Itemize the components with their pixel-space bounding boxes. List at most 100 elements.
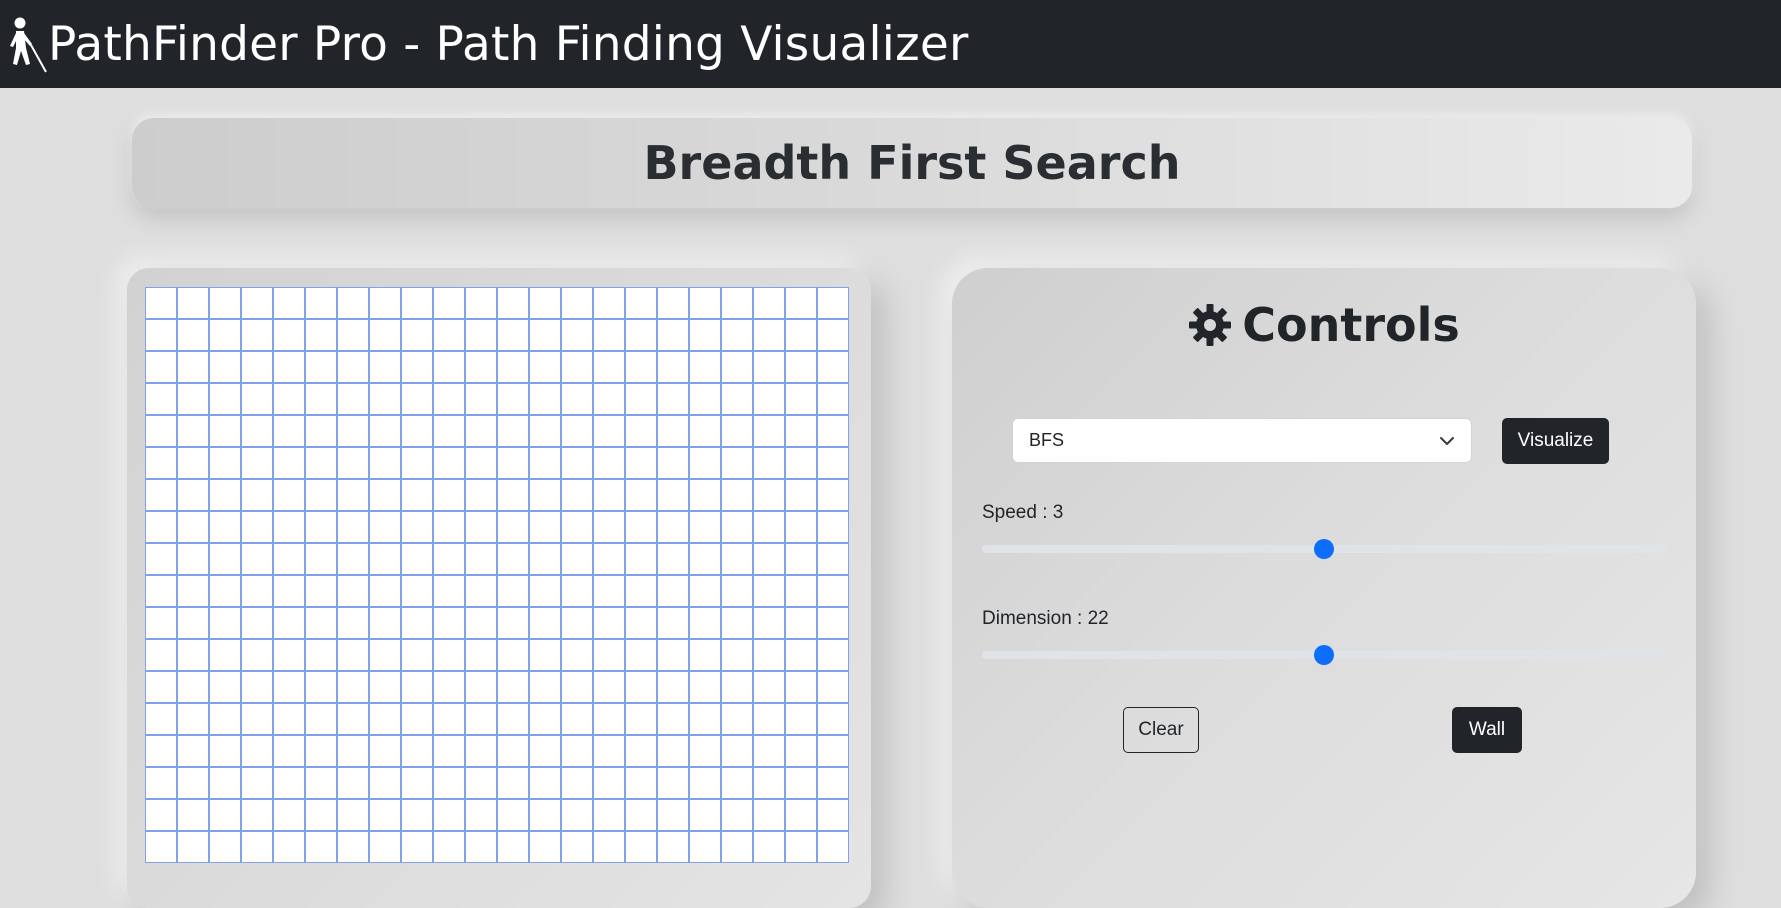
grid-cell[interactable] [593,511,625,543]
grid-cell[interactable] [241,703,273,735]
grid-cell[interactable] [497,607,529,639]
grid-cell[interactable] [593,799,625,831]
grid-cell[interactable] [465,351,497,383]
grid-cell[interactable] [465,671,497,703]
grid-cell[interactable] [625,351,657,383]
grid-cell[interactable] [721,447,753,479]
grid-cell[interactable] [593,703,625,735]
grid-cell[interactable] [721,287,753,319]
grid-cell[interactable] [465,703,497,735]
grid-cell[interactable] [209,735,241,767]
grid-cell[interactable] [561,607,593,639]
grid-cell[interactable] [209,351,241,383]
grid-cell[interactable] [209,607,241,639]
grid-cell[interactable] [145,383,177,415]
grid-cell[interactable] [689,415,721,447]
grid-cell[interactable] [369,543,401,575]
grid-cell[interactable] [401,735,433,767]
grid-cell[interactable] [529,607,561,639]
grid-cell[interactable] [689,575,721,607]
grid-cell[interactable] [561,767,593,799]
grid-cell[interactable] [753,575,785,607]
grid-cell[interactable] [241,735,273,767]
grid-cell[interactable] [721,415,753,447]
grid-cell[interactable] [337,671,369,703]
grid-cell[interactable] [689,831,721,863]
brand-title[interactable]: PathFinder Pro - Path Finding Visualizer [48,17,969,72]
grid-cell[interactable] [177,479,209,511]
grid-cell[interactable] [689,383,721,415]
grid-cell[interactable] [689,671,721,703]
grid-cell[interactable] [497,831,529,863]
grid-cell[interactable] [401,799,433,831]
grid-cell[interactable] [177,287,209,319]
grid-cell[interactable] [721,319,753,351]
grid-cell[interactable] [433,575,465,607]
grid-cell[interactable] [273,671,305,703]
grid-cell[interactable] [337,351,369,383]
grid-cell[interactable] [561,319,593,351]
grid-cell[interactable] [273,575,305,607]
grid-cell[interactable] [433,383,465,415]
grid-cell[interactable] [625,607,657,639]
grid-cell[interactable] [785,575,817,607]
grid-cell[interactable] [177,703,209,735]
grid-cell[interactable] [753,831,785,863]
speed-slider[interactable] [982,539,1666,559]
grid-cell[interactable] [721,639,753,671]
grid-cell[interactable] [465,415,497,447]
grid-cell[interactable] [273,319,305,351]
grid-cell[interactable] [209,479,241,511]
grid-cell[interactable] [689,799,721,831]
grid-cell[interactable] [337,415,369,447]
grid-cell[interactable] [657,703,689,735]
grid-cell[interactable] [177,671,209,703]
grid-cell[interactable] [177,799,209,831]
grid-cell[interactable] [241,543,273,575]
grid-cell[interactable] [497,351,529,383]
grid-cell[interactable] [529,767,561,799]
grid-cell[interactable] [241,831,273,863]
grid-cell[interactable] [401,447,433,479]
grid-cell[interactable] [625,735,657,767]
grid-cell[interactable] [817,639,849,671]
grid-cell[interactable] [657,735,689,767]
grid-cell[interactable] [337,511,369,543]
grid-cell[interactable] [305,383,337,415]
grid-cell[interactable] [753,351,785,383]
grid-cell[interactable] [209,671,241,703]
grid-cell[interactable] [209,447,241,479]
grid-cell[interactable] [305,287,337,319]
grid-cell[interactable] [401,287,433,319]
grid-cell[interactable] [369,447,401,479]
grid-cell[interactable] [561,735,593,767]
grid-cell[interactable] [433,671,465,703]
grid-cell[interactable] [177,543,209,575]
grid-cell[interactable] [241,479,273,511]
grid-cell[interactable] [305,319,337,351]
grid-cell[interactable] [305,607,337,639]
grid-cell[interactable] [337,639,369,671]
grid-cell[interactable] [657,799,689,831]
grid-cell[interactable] [657,639,689,671]
grid-cell[interactable] [561,447,593,479]
grid-cell[interactable] [561,575,593,607]
grid-cell[interactable] [401,319,433,351]
grid-cell[interactable] [209,831,241,863]
grid-cell[interactable] [561,831,593,863]
grid-cell[interactable] [145,831,177,863]
grid-cell[interactable] [401,639,433,671]
grid-cell[interactable] [241,447,273,479]
grid-cell[interactable] [657,575,689,607]
grid-cell[interactable] [241,511,273,543]
grid-cell[interactable] [753,639,785,671]
grid-cell[interactable] [273,735,305,767]
grid-cell[interactable] [817,479,849,511]
grid-cell[interactable] [209,639,241,671]
grid-cell[interactable] [721,607,753,639]
grid-cell[interactable] [209,799,241,831]
grid-cell[interactable] [177,639,209,671]
grid-cell[interactable] [369,319,401,351]
grid-cell[interactable] [561,543,593,575]
grid-cell[interactable] [401,703,433,735]
